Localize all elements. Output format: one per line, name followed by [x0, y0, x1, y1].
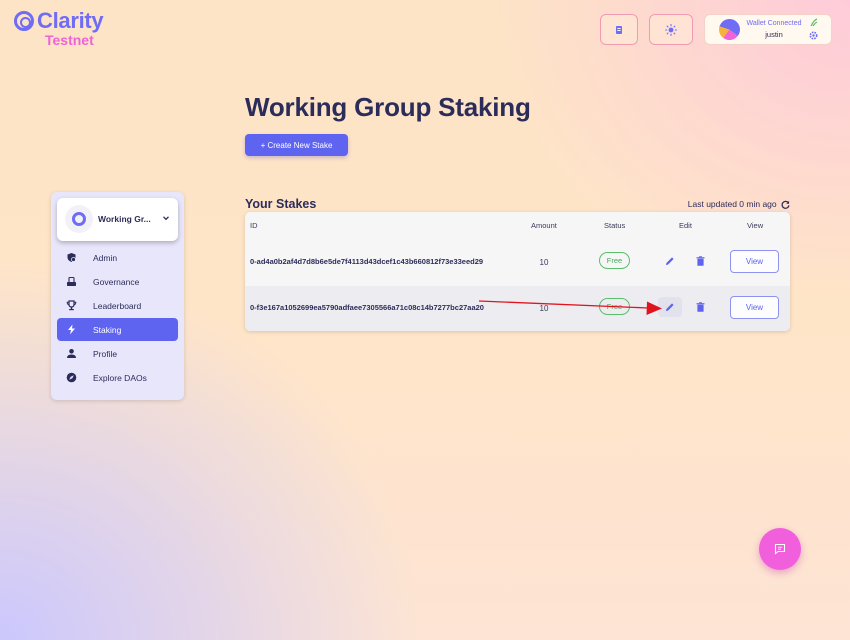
stake-id: 0-f3e167a1052699ea5790adfaee7305566a71c0…: [250, 303, 484, 312]
sidebar-item-label: Admin: [93, 252, 118, 263]
sidebar-item-staking[interactable]: Staking: [57, 318, 178, 341]
bolt-icon: [65, 324, 77, 336]
network-label: Testnet: [45, 32, 94, 48]
stake-id: 0-ad4a0b2af4d7d8b6e5de7f4113d43dcef1c43b…: [250, 257, 484, 266]
chat-icon: [774, 543, 786, 555]
column-header-status: Status: [604, 221, 626, 230]
wallet-username: justin: [765, 30, 783, 39]
theme-toggle-button[interactable]: [649, 14, 693, 45]
chat-button[interactable]: [759, 528, 801, 570]
column-header-id: ID: [250, 221, 258, 230]
column-header-amount: Amount: [531, 221, 557, 230]
brand-name: Clarity: [37, 8, 104, 33]
sidebar-item-leaderboard[interactable]: Leaderboard: [57, 294, 178, 317]
dao-logo-icon: [65, 205, 93, 233]
wallet-status: Wallet Connected: [746, 20, 802, 27]
sidebar-item-label: Staking: [93, 324, 122, 335]
sidebar-item-label: Governance: [93, 276, 140, 287]
last-updated: Last updated 0 min ago: [660, 199, 790, 209]
last-updated-text: Last updated 0 min ago: [687, 199, 777, 209]
sidebar-item-profile[interactable]: Profile: [57, 342, 178, 365]
clarity-logo-icon: [14, 11, 34, 31]
stakes-title: Your Stakes: [245, 197, 317, 211]
pencil-icon: [666, 303, 674, 311]
delete-button[interactable]: [691, 297, 709, 317]
book-icon: [616, 25, 622, 34]
governance-icon: [65, 276, 77, 288]
sidebar-item-admin[interactable]: Admin: [57, 246, 178, 269]
compass-icon: [65, 372, 77, 384]
delete-button[interactable]: [691, 251, 709, 271]
status-badge: Free: [599, 252, 630, 269]
view-button[interactable]: View: [730, 250, 779, 273]
view-button[interactable]: View: [730, 296, 779, 319]
sun-icon: [665, 23, 677, 36]
pencil-icon: [666, 257, 674, 265]
sidebar: Working Gr... Admin Governance Leaderboa…: [51, 192, 184, 400]
edit-button[interactable]: [658, 251, 682, 271]
wallet-button[interactable]: Wallet Connected justin: [704, 14, 832, 45]
table-row: 0-ad4a0b2af4d7d8b6e5de7f4113d43dcef1c43b…: [245, 240, 790, 286]
sidebar-item-governance[interactable]: Governance: [57, 270, 178, 293]
sidebar-item-label: Profile: [93, 348, 118, 359]
trash-icon: [696, 256, 704, 266]
page-title: Working Group Staking: [245, 92, 531, 122]
sidebar-item-label: Explore DAOs: [93, 372, 147, 383]
column-header-view: View: [747, 221, 764, 230]
trophy-icon: [65, 300, 77, 312]
clarity-logo[interactable]: Clarity Testnet: [12, 8, 122, 48]
trash-icon: [696, 302, 704, 312]
dao-selector[interactable]: Working Gr...: [57, 198, 178, 241]
sidebar-item-explore-daos[interactable]: Explore DAOs: [57, 366, 178, 389]
person-icon: [65, 348, 77, 360]
connection-icon: [810, 18, 818, 27]
gear-icon[interactable]: [808, 30, 819, 41]
admin-icon: [65, 252, 77, 264]
refresh-icon[interactable]: [781, 200, 790, 209]
chevron-down-icon: [163, 216, 169, 221]
column-header-edit: Edit: [679, 221, 692, 230]
wallet-avatar: [719, 19, 740, 40]
stake-amount: 10: [539, 258, 549, 267]
sidebar-item-label: Leaderboard: [93, 300, 142, 311]
annotation-arrow: [478, 300, 662, 315]
create-stake-button[interactable]: + Create New Stake: [245, 134, 348, 156]
book-button[interactable]: [600, 14, 638, 45]
dao-name: Working Gr...: [98, 214, 151, 224]
